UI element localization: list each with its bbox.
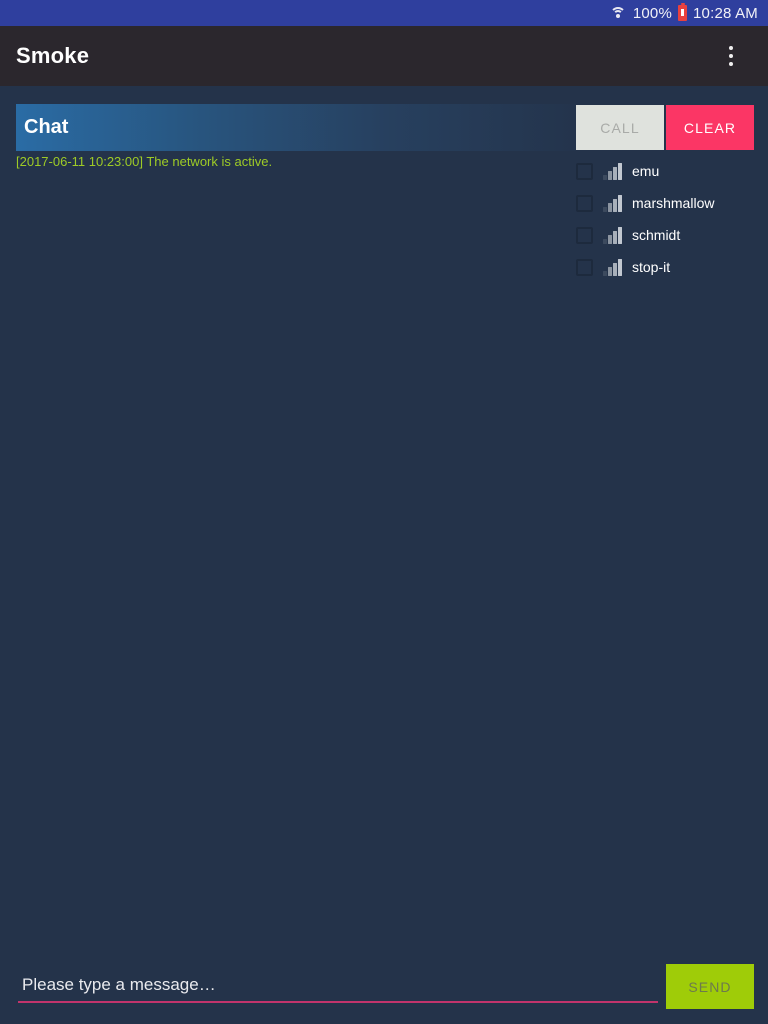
- message-input-underline: [18, 1001, 658, 1003]
- participant-name: marshmallow: [632, 195, 715, 211]
- status-bar-icons: 100% 10:28 AM: [609, 2, 758, 22]
- checkbox-unchecked-icon[interactable]: [576, 162, 593, 180]
- app-bar: Smoke: [0, 26, 768, 86]
- signal-bars-icon: [603, 194, 623, 212]
- log-line: [2017-06-11 10:23:00] The network is act…: [16, 154, 273, 169]
- checkbox-unchecked-icon[interactable]: [576, 258, 593, 276]
- wifi-icon: [609, 6, 627, 21]
- list-item[interactable]: stop-it: [576, 251, 756, 283]
- checkbox-unchecked-icon[interactable]: [576, 226, 593, 244]
- send-button[interactable]: SEND: [666, 964, 754, 1009]
- participant-name: emu: [632, 163, 660, 179]
- list-item[interactable]: marshmallow: [576, 187, 756, 219]
- status-bar: 100% 10:28 AM: [0, 0, 768, 26]
- chat-panel-header: Chat: [16, 104, 576, 151]
- more-vert-icon[interactable]: [718, 39, 744, 73]
- signal-bars-icon: [603, 258, 623, 276]
- signal-bars-icon: [603, 226, 623, 244]
- participant-name: schmidt: [632, 227, 681, 243]
- participant-name: stop-it: [632, 259, 671, 275]
- status-bar-clock: 10:28 AM: [693, 4, 758, 22]
- list-item[interactable]: schmidt: [576, 219, 756, 251]
- signal-bars-icon: [603, 162, 623, 180]
- message-input-wrapper: [18, 975, 658, 1003]
- battery-charging-icon: [678, 2, 688, 21]
- battery-percent-label: 100%: [632, 4, 673, 22]
- chat-action-buttons: CALL CLEAR: [576, 105, 754, 150]
- list-item[interactable]: emu: [576, 155, 756, 187]
- chat-panel-title: Chat: [24, 116, 69, 138]
- checkbox-unchecked-icon[interactable]: [576, 194, 593, 212]
- message-composer: SEND: [0, 962, 768, 1024]
- call-button[interactable]: CALL: [576, 105, 664, 150]
- page-title: Smoke: [16, 43, 90, 68]
- chat-log-area: [2017-06-11 10:23:00] The network is act…: [16, 153, 572, 953]
- clear-button[interactable]: CLEAR: [666, 105, 754, 150]
- message-input[interactable]: [18, 975, 658, 1001]
- participant-list: emu marshmallow schmidt stop-it: [576, 155, 756, 283]
